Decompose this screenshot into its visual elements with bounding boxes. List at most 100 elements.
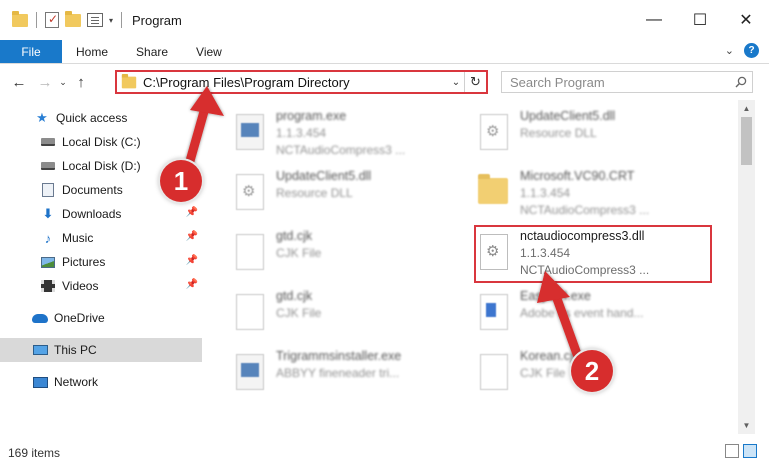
sidebar-item-label: Local Disk (D:) — [62, 159, 141, 173]
navigation-bar: ← → ⌄ ↑ C:\Program Files\Program Directo… — [0, 65, 769, 99]
star-icon: ★ — [36, 110, 48, 125]
tiles-view-icon[interactable] — [743, 444, 757, 458]
sidebar-item-downloads[interactable]: ⬇ Downloads 📌 — [0, 202, 202, 226]
tab-home[interactable]: Home — [62, 40, 122, 63]
maximize-button[interactable]: ☐ — [677, 0, 723, 40]
ribbon-tabs: File Home Share View ⌄ ? — [0, 40, 769, 64]
minimize-button[interactable]: — — [631, 0, 677, 40]
file-name: UpdateClient5.dll — [276, 169, 372, 183]
drive-icon — [40, 158, 56, 174]
item-count: 169 items — [8, 446, 61, 460]
folder-icon[interactable] — [12, 10, 28, 27]
properties-icon[interactable] — [45, 12, 59, 28]
close-button[interactable]: ✕ — [723, 0, 769, 40]
sidebar-item-onedrive[interactable]: OneDrive — [0, 306, 202, 330]
pin-icon[interactable]: 📌 — [186, 207, 198, 218]
address-bar[interactable]: C:\Program Files\Program Directory ⌄ ↻ — [115, 70, 488, 94]
callout-badge-1: 1 — [160, 160, 202, 202]
sidebar-item-music[interactable]: ♪ Music 📌 — [0, 226, 202, 250]
blank-file-icon — [232, 292, 268, 336]
sidebar-item-label: Network — [54, 375, 99, 389]
status-bar: 169 items — [0, 434, 769, 472]
file-type: Resource DLL — [520, 126, 597, 140]
sidebar-item-this-pc[interactable]: This PC — [0, 338, 202, 362]
file-name: gtd.cjk — [276, 229, 313, 243]
sidebar-item-quick-access[interactable]: ★ Quick access — [0, 106, 202, 130]
file-item[interactable]: Microsoft.VC90.CRT 1.1.3.454 NCTAudioCom… — [476, 168, 716, 224]
file-name: gtd.cjk — [276, 289, 313, 303]
file-item[interactable]: gtd.cjk CJK File — [232, 228, 472, 284]
pictures-icon — [40, 254, 56, 270]
file-description: Adobe ds event hand... — [520, 306, 644, 320]
sidebar-item-pictures[interactable]: Pictures 📌 — [0, 250, 202, 274]
sidebar-item-videos[interactable]: Videos 📌 — [0, 274, 202, 298]
callout-badge-2: 2 — [571, 350, 613, 392]
file-item[interactable]: UpdateClient5.dll Resource DLL — [232, 168, 472, 224]
recent-locations-button[interactable]: ⌄ — [56, 71, 70, 93]
file-item[interactable]: program.exe 1.1.3.454 NCTAudioCompress3 … — [232, 108, 472, 164]
scrollbar-thumb[interactable] — [741, 117, 752, 165]
help-icon[interactable]: ? — [744, 43, 759, 58]
file-name: Microsoft.VC90.CRT — [520, 169, 635, 183]
folder-icon — [476, 172, 512, 216]
scroll-down-icon[interactable]: ▼ — [738, 417, 755, 434]
pin-icon[interactable]: 📌 — [186, 255, 198, 266]
file-item[interactable]: UpdateClient5.dll Resource DLL — [476, 108, 716, 164]
file-item[interactable]: EasySTI.exe Adobe ds event hand... — [476, 288, 716, 344]
sidebar-item-label: Documents — [62, 183, 123, 197]
onedrive-icon — [32, 310, 48, 326]
sidebar-item-label: Music — [62, 231, 94, 245]
file-name: UpdateClient5.dll — [520, 109, 616, 123]
download-icon: ⬇ — [42, 206, 54, 221]
details-view-icon[interactable] — [725, 444, 739, 458]
sidebar-item-label: Local Disk (C:) — [62, 135, 141, 149]
title-bar: ▾ Program — ☐ ✕ — [0, 0, 769, 40]
navigation-pane: ★ Quick access Local Disk (C:) Local Dis… — [0, 104, 208, 434]
toolbar-divider — [121, 12, 123, 28]
sidebar-item-label: This PC — [54, 343, 97, 357]
customize-toolbar-icon[interactable] — [87, 13, 103, 27]
new-folder-icon[interactable] — [65, 10, 81, 27]
blue-file-icon — [476, 292, 512, 336]
sidebar-item-label: Pictures — [62, 255, 106, 269]
up-button[interactable]: ↑ — [70, 71, 92, 93]
vertical-scrollbar[interactable]: ▲ ▼ — [738, 100, 755, 434]
quick-access-toolbar: ▾ — [0, 0, 124, 40]
search-input[interactable]: Search Program — [501, 71, 753, 93]
exe-icon — [232, 112, 268, 156]
file-name: Trigrammsinstaller.exe — [276, 349, 402, 363]
drive-icon — [40, 134, 56, 150]
pin-icon[interactable]: 📌 — [186, 279, 198, 290]
file-highlight-box — [474, 225, 712, 283]
file-description: NCTAudioCompress3 ... — [520, 203, 650, 217]
sidebar-item-local-disk-c[interactable]: Local Disk (C:) — [0, 130, 202, 154]
blank-file-icon — [476, 352, 512, 396]
chevron-down-icon[interactable]: ▾ — [109, 16, 113, 25]
back-button[interactable]: ← — [8, 71, 30, 93]
file-item[interactable]: gtd.cjk CJK File — [232, 288, 472, 344]
file-version: 1.1.3.454 — [276, 126, 327, 140]
dll-gear-icon — [232, 172, 268, 216]
tab-share[interactable]: Share — [122, 40, 182, 63]
folder-icon — [121, 73, 137, 88]
network-icon — [32, 374, 48, 390]
window-controls: — ☐ ✕ — [631, 0, 769, 40]
search-icon[interactable] — [730, 76, 752, 88]
address-path[interactable]: C:\Program Files\Program Directory — [143, 75, 448, 90]
scroll-up-icon[interactable]: ▲ — [738, 100, 755, 117]
address-dropdown-icon[interactable]: ⌄ — [448, 77, 464, 88]
refresh-button[interactable]: ↻ — [464, 72, 486, 92]
sidebar-item-network[interactable]: Network — [0, 370, 202, 394]
tab-view[interactable]: View — [182, 40, 236, 63]
file-item[interactable]: Trigrammsinstaller.exe ABBYY fineneader … — [232, 348, 472, 404]
file-name: Korean.cjk — [520, 349, 580, 363]
forward-button[interactable]: → — [34, 71, 56, 93]
sidebar-item-label: Quick access — [56, 111, 128, 125]
pin-icon[interactable]: 📌 — [186, 231, 198, 242]
expand-ribbon-icon[interactable]: ⌄ — [725, 44, 734, 57]
window-title: Program — [132, 12, 182, 28]
tab-file[interactable]: File — [0, 40, 62, 63]
music-icon: ♪ — [44, 230, 52, 246]
file-type: CJK File — [276, 306, 322, 320]
file-name: EasySTI.exe — [520, 289, 591, 303]
